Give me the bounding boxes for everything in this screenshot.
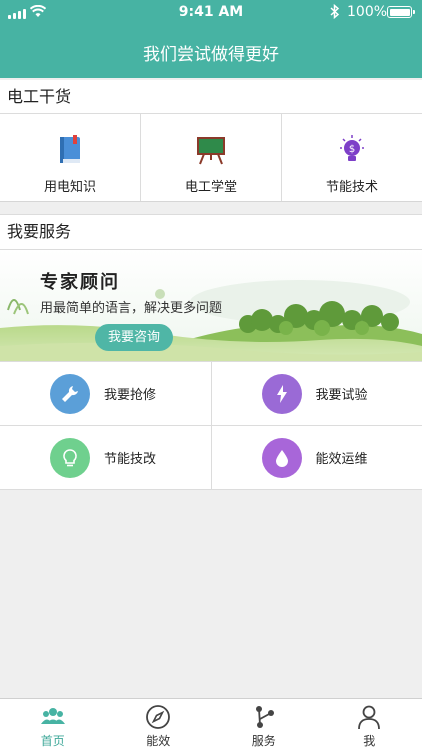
expert-consultant-banner[interactable]: 专家顾问 用最简单的语言，解决更多问题 我要咨询 bbox=[0, 250, 422, 362]
tab-bar: 首页 能效 服务 我 bbox=[0, 698, 422, 750]
tab-label: 能效 bbox=[146, 734, 171, 748]
people-icon bbox=[40, 708, 65, 724]
battery-icon bbox=[387, 6, 415, 18]
dry-goods-item-classroom[interactable]: 电工学堂 bbox=[141, 114, 282, 201]
money-bulb-icon: $ bbox=[340, 135, 364, 161]
tab-efficiency[interactable]: 能效 bbox=[106, 699, 212, 750]
service-energy-retrofit[interactable]: 节能技改 bbox=[0, 426, 212, 489]
service-label: 节能技改 bbox=[104, 452, 157, 467]
service-energy-ops[interactable]: 能效运维 bbox=[212, 426, 422, 489]
bluetooth-icon bbox=[330, 4, 340, 19]
dry-goods-label: 节能技术 bbox=[325, 180, 378, 195]
tab-label: 首页 bbox=[40, 734, 65, 748]
services-row-2: 节能技改 能效运维 bbox=[0, 426, 422, 490]
service-test[interactable]: 我要试验 bbox=[212, 362, 422, 425]
status-bar: 9:41 AM 100% bbox=[0, 0, 422, 26]
app-header: 9:41 AM 100% 我们尝试做得更好 bbox=[0, 0, 422, 78]
dry-goods-item-knowledge[interactable]: 用电知识 bbox=[0, 114, 141, 201]
svg-text:$: $ bbox=[349, 144, 355, 155]
tab-home[interactable]: 首页 bbox=[0, 699, 106, 750]
banner-title: 专家顾问 bbox=[40, 272, 120, 293]
user-icon bbox=[358, 705, 381, 730]
tab-label: 我 bbox=[363, 734, 376, 748]
section-title-services: 我要服务 bbox=[0, 214, 422, 250]
consult-button[interactable]: 我要咨询 bbox=[95, 324, 173, 351]
dry-goods-label: 电工学堂 bbox=[184, 180, 237, 195]
blackboard-icon bbox=[197, 137, 225, 165]
service-label: 我要试验 bbox=[315, 388, 368, 403]
lightbulb-icon bbox=[50, 438, 90, 478]
dry-goods-label: 用电知识 bbox=[43, 180, 96, 195]
tab-label: 服务 bbox=[251, 734, 276, 748]
service-label: 我要抢修 bbox=[104, 388, 157, 403]
dry-goods-item-energy-tech[interactable]: $ 节能技术 bbox=[282, 114, 422, 201]
lightning-icon bbox=[261, 374, 302, 414]
tab-service[interactable]: 服务 bbox=[211, 699, 317, 750]
branch-icon bbox=[255, 706, 274, 728]
service-label: 能效运维 bbox=[315, 452, 368, 467]
compass-icon bbox=[146, 705, 171, 729]
book-icon bbox=[60, 135, 80, 163]
page-title: 我们尝试做得更好 bbox=[143, 45, 279, 65]
tab-me[interactable]: 我 bbox=[317, 699, 422, 750]
banner-subtitle: 用最简单的语言，解决更多问题 bbox=[40, 301, 223, 316]
service-repair[interactable]: 我要抢修 bbox=[0, 362, 212, 425]
wrench-icon bbox=[50, 374, 90, 414]
services-row-1: 我要抢修 我要试验 bbox=[0, 362, 422, 426]
section-title-dry-goods: 电工干货 bbox=[0, 80, 422, 114]
battery-percent: 100% bbox=[347, 4, 388, 20]
drop-icon bbox=[261, 438, 302, 478]
dry-goods-grid: 用电知识 电工学堂 $ 节能技术 bbox=[0, 114, 422, 202]
